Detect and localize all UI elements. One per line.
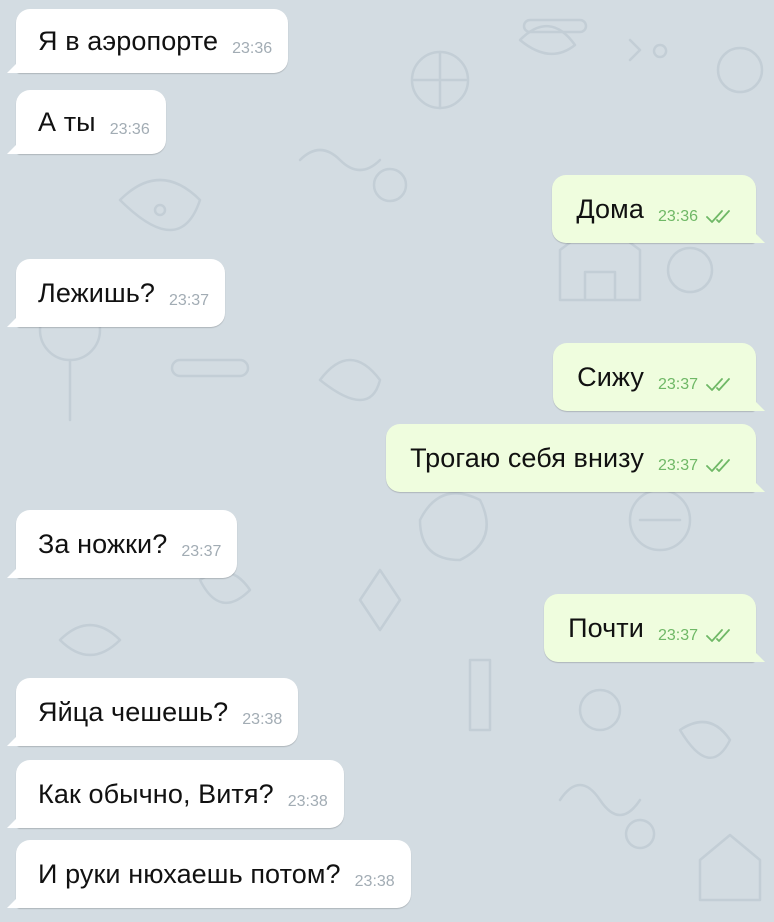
message-time: 23:38 bbox=[354, 873, 395, 890]
message-bubble-incoming[interactable]: Лежишь? 23:37 bbox=[16, 259, 226, 327]
message-text: Дома bbox=[576, 193, 644, 224]
message-text: Я в аэропорте bbox=[38, 25, 219, 56]
message-text: Почти bbox=[568, 612, 644, 643]
message-time: 23:37 bbox=[657, 376, 698, 393]
message-bubble-incoming[interactable]: Яйца чешешь? 23:38 bbox=[16, 678, 299, 746]
message-bubble-incoming[interactable]: Как обычно, Витя? 23:38 bbox=[16, 760, 344, 828]
message-bubble-outgoing[interactable]: Почти 23:37 bbox=[544, 594, 756, 662]
message-text: Сижу bbox=[577, 361, 644, 392]
message-time: 23:37 bbox=[169, 292, 210, 309]
message-time: 23:36 bbox=[109, 121, 150, 138]
message-time: 23:36 bbox=[657, 208, 698, 225]
message-bubble-incoming[interactable]: За ножки? 23:37 bbox=[16, 510, 238, 578]
message-time: 23:37 bbox=[657, 457, 698, 474]
message-text: Трогаю себя внизу bbox=[410, 442, 644, 473]
message-text: За ножки? bbox=[38, 528, 168, 559]
double-check-icon bbox=[706, 378, 730, 391]
message-bubble-outgoing[interactable]: Трогаю себя внизу 23:37 bbox=[386, 424, 756, 492]
message-time: 23:37 bbox=[181, 543, 222, 560]
message-bubble-outgoing[interactable]: Дома 23:36 bbox=[552, 175, 756, 243]
message-text: Как обычно, Витя? bbox=[38, 778, 274, 809]
message-time: 23:36 bbox=[232, 40, 273, 57]
double-check-icon bbox=[706, 210, 730, 223]
message-text: Лежишь? bbox=[38, 277, 156, 308]
message-time: 23:38 bbox=[287, 793, 328, 810]
message-text: А ты bbox=[38, 106, 96, 137]
message-time: 23:38 bbox=[242, 711, 283, 728]
double-check-icon bbox=[706, 459, 730, 472]
message-bubble-outgoing[interactable]: Сижу 23:37 bbox=[553, 343, 756, 411]
message-text: Яйца чешешь? bbox=[38, 696, 229, 727]
chat-window[interactable]: Я в аэропорте 23:36 А ты 23:36 Дома 23:3… bbox=[0, 0, 774, 922]
message-bubble-incoming[interactable]: Я в аэропорте 23:36 bbox=[16, 9, 289, 73]
message-time: 23:37 bbox=[657, 627, 698, 644]
message-text: И руки нюхаешь потом? bbox=[38, 858, 341, 889]
double-check-icon bbox=[706, 629, 730, 642]
message-bubble-incoming[interactable]: И руки нюхаешь потом? 23:38 bbox=[16, 840, 411, 908]
message-bubble-incoming[interactable]: А ты 23:36 bbox=[16, 90, 166, 154]
